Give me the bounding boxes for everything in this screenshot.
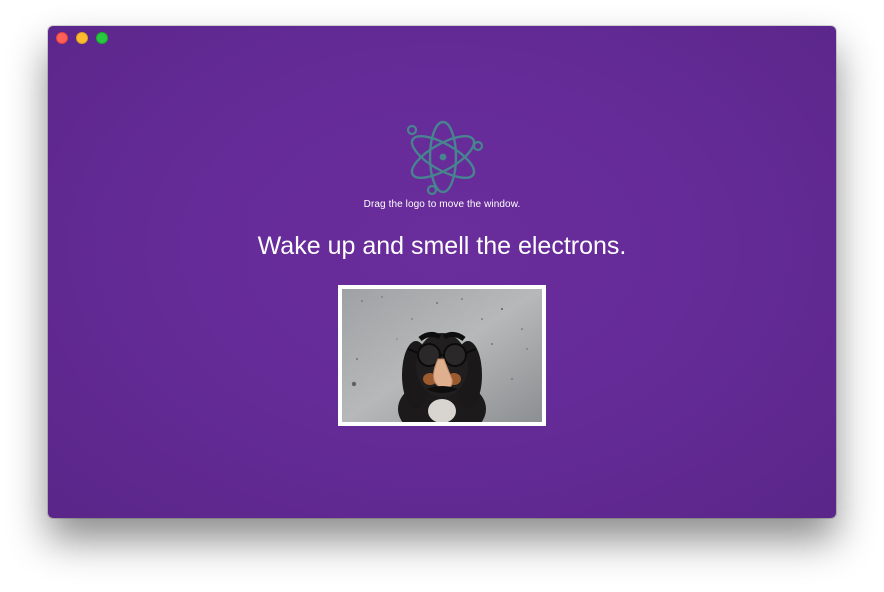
close-window-button[interactable] [56, 32, 68, 44]
drag-hint-text: Drag the logo to move the window. [363, 199, 521, 210]
dog-photo [338, 285, 546, 426]
minimize-window-button[interactable] [76, 32, 88, 44]
dog-with-glasses-image [342, 289, 542, 422]
electron-logo-icon[interactable] [402, 116, 484, 198]
window-controls [56, 32, 108, 44]
zoom-window-button[interactable] [96, 32, 108, 44]
app-window: Drag the logo to move the window. Wake u… [48, 26, 836, 518]
headline: Wake up and smell the electrons. [257, 232, 627, 260]
